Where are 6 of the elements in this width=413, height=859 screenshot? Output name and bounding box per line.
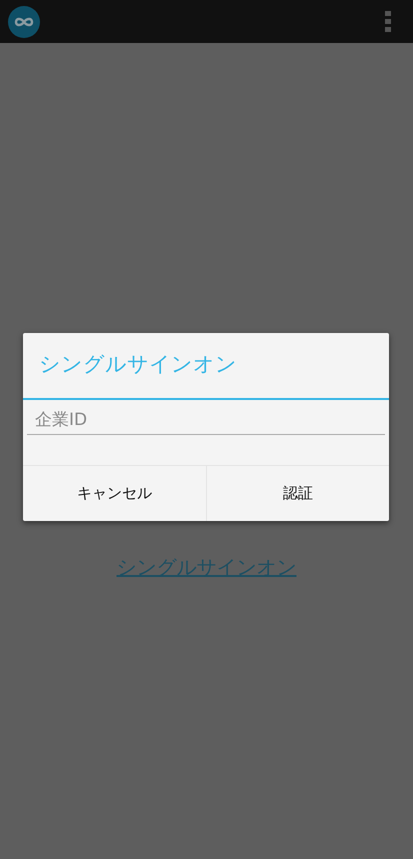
dialog-button[interactable]: 認証 — [206, 466, 389, 521]
dialog-title: シングルサインオン — [23, 333, 389, 400]
app-logo-icon[interactable] — [8, 6, 40, 38]
company-id-field[interactable]: 企業ID — [27, 406, 385, 435]
overflow-menu-icon[interactable] — [385, 10, 391, 32]
dialog-button[interactable]: キャンセル — [23, 466, 206, 521]
